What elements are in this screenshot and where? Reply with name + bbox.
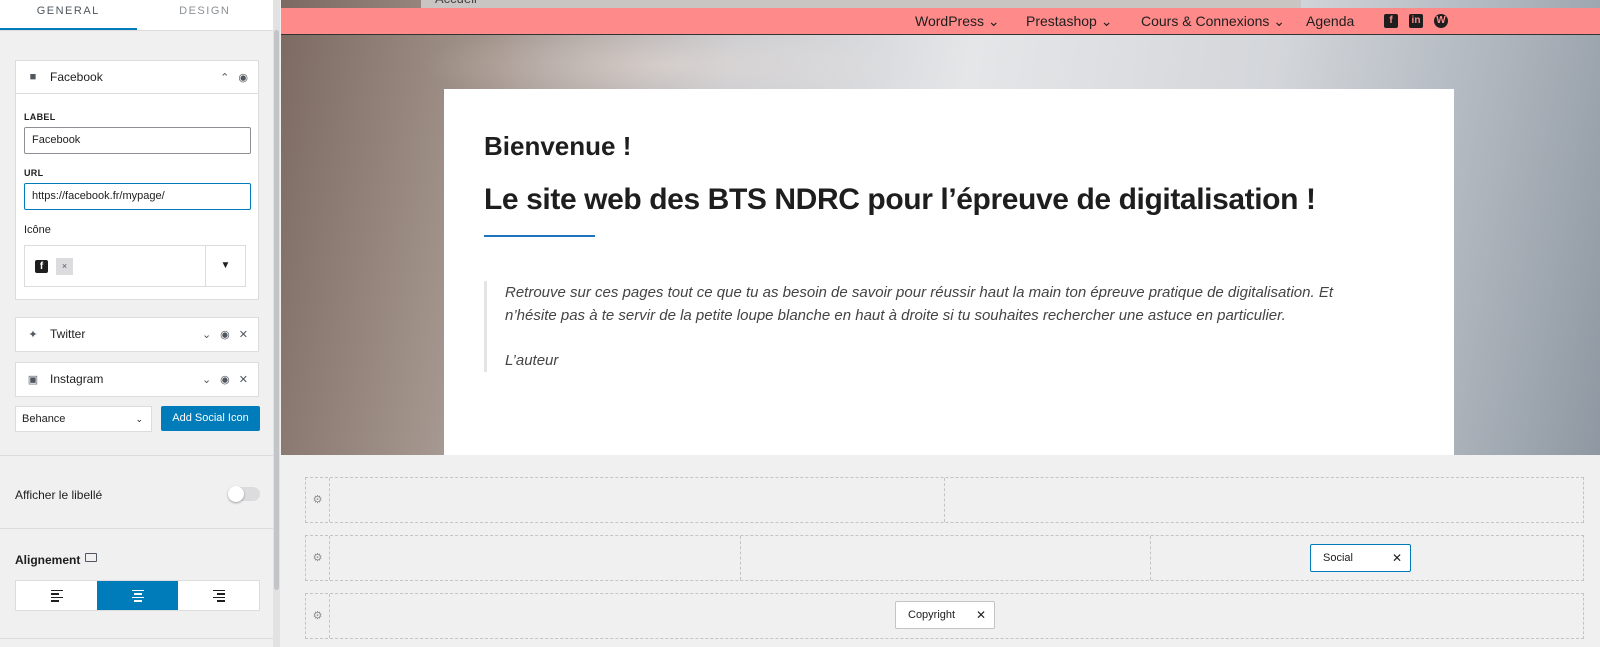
gear-icon[interactable]: ⚙ [306, 478, 330, 522]
site-preview: Accueil WordPress ⌄ Prestashop ⌄ Cours &… [281, 0, 1600, 647]
intro-quote: Retrouve sur ces pages tout ce que tu as… [484, 281, 1374, 372]
close-icon[interactable]: ✕ [1392, 545, 1402, 571]
remove-icon-chip[interactable]: × [56, 257, 73, 275]
social-item-header[interactable]: ✦ Twitter ⌄ ◉ ✕ [16, 318, 258, 350]
align-left-button[interactable] [16, 581, 97, 610]
title-underline [484, 235, 595, 237]
chevron-down-icon[interactable]: ⌄ [202, 373, 211, 386]
content-card: Bienvenue ! Le site web des BTS NDRC pou… [444, 89, 1454, 455]
close-icon[interactable]: ✕ [239, 373, 248, 386]
select-value: Behance [22, 413, 66, 425]
facebook-settings: LABEL Facebook URL https://facebook.fr/m… [16, 93, 258, 287]
quote-text: Retrouve sur ces pages tout ce que tu as… [505, 284, 1333, 324]
footer-row-main[interactable]: ⚙ Social ✕ [305, 535, 1584, 581]
social-item-title: Instagram [50, 372, 104, 386]
facebook-square-icon: f [35, 259, 48, 273]
chip-label: Social [1323, 552, 1353, 564]
social-item-title: Twitter [50, 327, 86, 341]
wordpress-icon[interactable]: W [1434, 14, 1448, 28]
url-input[interactable]: https://facebook.fr/mypage/ [24, 183, 251, 210]
add-social-icon-button[interactable]: Add Social Icon [161, 406, 260, 431]
align-right-button[interactable] [178, 581, 259, 610]
icon-caption: Icône [24, 224, 51, 236]
footer-row-bottom[interactable]: ⚙ Copyright ✕ [305, 593, 1584, 639]
nav-item-wordpress[interactable]: WordPress ⌄ [915, 8, 1000, 35]
customizer-panel: GENERAL DESIGN ■ Facebook ⌃ ◉ LABEL Face… [0, 0, 280, 647]
nav-item-cours-connexions[interactable]: Cours & Connexions ⌄ [1141, 8, 1285, 35]
alignment-title: Alignement [15, 553, 81, 567]
gear-icon[interactable]: ⚙ [306, 594, 330, 638]
panel-scrollbar[interactable] [273, 0, 280, 647]
show-label-toggle[interactable] [228, 486, 260, 502]
main-navigation: WordPress ⌄ Prestashop ⌄ Cours & Connexi… [281, 8, 1600, 35]
instagram-icon: ▣ [27, 373, 39, 386]
social-network-select[interactable]: Behance ⌄ [15, 406, 152, 432]
column-divider [740, 536, 741, 580]
eye-icon[interactable]: ◉ [238, 71, 248, 84]
divider [0, 638, 273, 639]
chevron-up-icon[interactable]: ⌃ [220, 71, 229, 84]
social-item-header[interactable]: ■ Facebook ⌃ ◉ [16, 61, 258, 93]
tab-design[interactable]: DESIGN [137, 0, 274, 30]
align-right-icon [212, 589, 225, 602]
page-title: Le site web des BTS NDRC pour l’épreuve … [484, 183, 1316, 216]
facebook-square-icon: ■ [29, 71, 37, 83]
show-label-caption: Afficher le libellé [15, 488, 103, 502]
quote-author: L’auteur [505, 352, 559, 369]
icon-selector[interactable]: f × ▼ [24, 245, 246, 287]
linkedin-icon[interactable]: in [1409, 14, 1423, 28]
nav-item-prestashop[interactable]: Prestashop ⌄ [1026, 8, 1112, 35]
label-caption: LABEL [24, 112, 56, 122]
desktop-icon[interactable] [85, 553, 97, 562]
nav-item-agenda[interactable]: Agenda [1306, 8, 1354, 35]
welcome-heading: Bienvenue ! [484, 131, 632, 161]
social-item-header[interactable]: ▣ Instagram ⌄ ◉ ✕ [16, 363, 258, 395]
align-left-icon [50, 589, 63, 602]
panel-tabs: GENERAL DESIGN [0, 0, 273, 31]
chip-label: Copyright [908, 609, 956, 621]
chevron-down-icon: ⌄ [1100, 13, 1113, 29]
eye-icon[interactable]: ◉ [220, 373, 230, 386]
social-item-facebook: ■ Facebook ⌃ ◉ LABEL Facebook URL https:… [15, 60, 259, 300]
toggle-knob [228, 486, 244, 502]
label-input[interactable]: Facebook [24, 127, 251, 154]
close-icon[interactable]: ✕ [239, 328, 248, 341]
social-widget-chip[interactable]: Social ✕ [1310, 544, 1411, 572]
facebook-icon[interactable]: f [1384, 14, 1398, 28]
divider [0, 455, 273, 456]
caret-down-icon[interactable]: ▼ [205, 246, 245, 286]
social-item-twitter[interactable]: ✦ Twitter ⌄ ◉ ✕ [15, 317, 259, 352]
align-center-icon [131, 589, 144, 602]
chevron-down-icon: ⌄ [987, 13, 1000, 29]
divider [0, 528, 273, 529]
column-divider [944, 478, 945, 522]
social-item-title: Facebook [50, 70, 103, 84]
chevron-down-icon: ⌄ [135, 414, 143, 424]
scrollbar-thumb[interactable] [274, 30, 279, 590]
chevron-down-icon: ⌄ [1273, 13, 1286, 29]
align-center-button[interactable] [97, 581, 178, 610]
social-item-instagram[interactable]: ▣ Instagram ⌄ ◉ ✕ [15, 362, 259, 397]
breadcrumb[interactable]: Accueil [421, 0, 1301, 8]
tab-general[interactable]: GENERAL [0, 0, 137, 30]
close-icon[interactable]: ✕ [976, 602, 986, 628]
chevron-down-icon[interactable]: ⌄ [202, 328, 211, 341]
gear-icon[interactable]: ⚙ [306, 536, 330, 580]
footer-row-top[interactable]: ⚙ [305, 477, 1584, 523]
column-divider [1150, 536, 1151, 580]
copyright-widget-chip[interactable]: Copyright ✕ [895, 601, 995, 629]
alignment-control [15, 580, 260, 611]
url-caption: URL [24, 168, 44, 178]
eye-icon[interactable]: ◉ [220, 328, 230, 341]
twitter-icon: ✦ [28, 328, 38, 341]
